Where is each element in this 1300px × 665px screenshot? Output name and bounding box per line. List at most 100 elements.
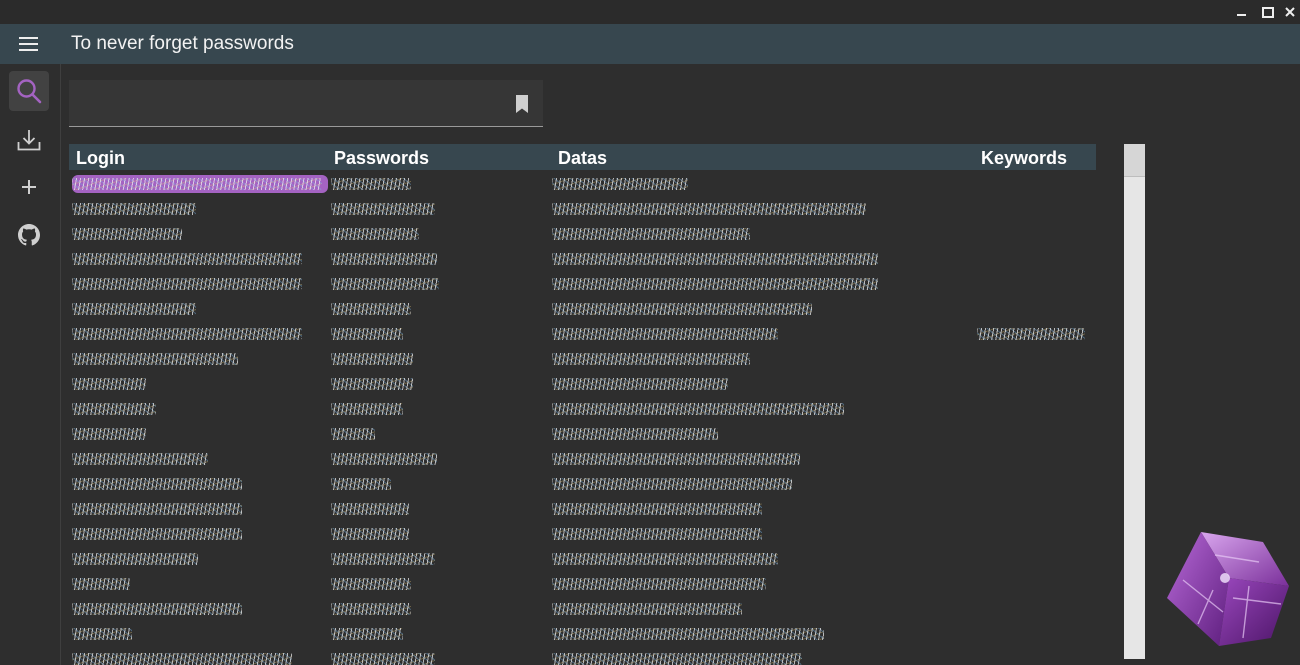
redacted-text — [331, 278, 439, 290]
redacted-text — [552, 503, 762, 515]
redacted-text — [72, 653, 292, 665]
cell-data — [552, 475, 798, 493]
cell-password — [331, 275, 445, 293]
cell-password — [331, 575, 417, 593]
redacted-text — [552, 428, 718, 440]
app-title: To never forget passwords — [71, 33, 294, 54]
table-row[interactable] — [69, 597, 1096, 622]
redacted-text — [331, 353, 413, 365]
cell-password — [331, 350, 419, 368]
cell-login — [72, 500, 248, 518]
redacted-text — [331, 578, 411, 590]
redacted-text — [552, 578, 766, 590]
redacted-text — [72, 278, 302, 290]
cell-login — [72, 350, 244, 368]
redacted-text — [331, 403, 403, 415]
table-row[interactable] — [69, 197, 1096, 222]
table-row[interactable] — [69, 422, 1096, 447]
cell-data — [552, 625, 830, 643]
rail-add-button[interactable] — [9, 167, 49, 207]
hamburger-icon[interactable] — [19, 37, 38, 51]
table-row[interactable] — [69, 222, 1096, 247]
table-row[interactable] — [69, 447, 1096, 472]
redacted-text — [552, 328, 778, 340]
scrollbar-thumb[interactable] — [1124, 144, 1145, 177]
cell-login — [72, 200, 202, 218]
redacted-text — [552, 178, 688, 190]
cell-password — [331, 600, 417, 618]
cell-data — [552, 600, 748, 618]
vertical-scrollbar[interactable] — [1124, 144, 1145, 659]
cell-password — [331, 525, 415, 543]
redacted-text — [552, 628, 824, 640]
cell-data — [552, 425, 724, 443]
redacted-text — [552, 403, 844, 415]
table-row[interactable] — [69, 372, 1096, 397]
table-row[interactable] — [69, 472, 1096, 497]
redacted-text — [72, 478, 242, 490]
bookmark-icon[interactable] — [515, 95, 529, 113]
redacted-text — [72, 553, 198, 565]
cell-password — [331, 225, 425, 243]
table-row[interactable] — [69, 647, 1096, 665]
redacted-text — [72, 228, 182, 240]
cell-password — [331, 200, 441, 218]
cell-password — [331, 400, 409, 418]
app-bar: To never forget passwords — [0, 24, 1300, 64]
redacted-text — [72, 628, 132, 640]
password-table: Login Passwords Datas Keywords — [69, 144, 1096, 665]
column-header-login[interactable]: Login — [76, 148, 125, 169]
column-header-passwords[interactable]: Passwords — [334, 148, 429, 169]
close-icon[interactable] — [1280, 2, 1300, 22]
table-row[interactable] — [69, 547, 1096, 572]
cell-password — [331, 250, 443, 268]
maximize-icon[interactable] — [1258, 2, 1278, 22]
redacted-text — [552, 528, 762, 540]
minimize-icon[interactable] — [1232, 2, 1252, 22]
table-row[interactable] — [69, 622, 1096, 647]
cell-password — [331, 325, 409, 343]
redacted-text — [552, 303, 812, 315]
cell-password — [331, 175, 417, 193]
table-row[interactable] — [69, 572, 1096, 597]
table-row[interactable] — [69, 172, 1096, 197]
rail-download-button[interactable] — [9, 120, 49, 160]
table-row[interactable] — [69, 522, 1096, 547]
search-input[interactable] — [79, 90, 503, 118]
redacted-text — [72, 453, 208, 465]
table-row[interactable] — [69, 397, 1096, 422]
cell-data — [552, 200, 872, 218]
redacted-text — [72, 403, 156, 415]
redacted-text — [72, 253, 302, 265]
table-row[interactable] — [69, 322, 1096, 347]
table-row[interactable] — [69, 272, 1096, 297]
redacted-text — [331, 503, 409, 515]
table-row[interactable] — [69, 247, 1096, 272]
redacted-text — [72, 203, 196, 215]
redacted-text — [552, 253, 878, 265]
column-header-keywords[interactable]: Keywords — [981, 148, 1067, 169]
redacted-text — [552, 453, 800, 465]
redacted-text — [552, 553, 778, 565]
redacted-text — [552, 353, 750, 365]
redacted-text — [331, 528, 409, 540]
redacted-text — [331, 203, 435, 215]
column-header-datas[interactable]: Datas — [558, 148, 607, 169]
cell-login — [72, 475, 248, 493]
plus-icon — [22, 180, 36, 194]
search-field[interactable] — [69, 80, 543, 127]
rail-search-button[interactable] — [9, 71, 49, 111]
cell-data — [552, 250, 884, 268]
rail-github-button[interactable] — [9, 215, 49, 255]
cell-login — [72, 450, 214, 468]
redacted-text — [331, 253, 437, 265]
cell-data — [552, 525, 768, 543]
redacted-text — [552, 378, 728, 390]
table-row[interactable] — [69, 497, 1096, 522]
cell-data — [552, 400, 850, 418]
table-row[interactable] — [69, 347, 1096, 372]
cell-login — [72, 250, 308, 268]
cell-data — [552, 175, 694, 193]
redacted-text — [331, 603, 411, 615]
table-row[interactable] — [69, 297, 1096, 322]
